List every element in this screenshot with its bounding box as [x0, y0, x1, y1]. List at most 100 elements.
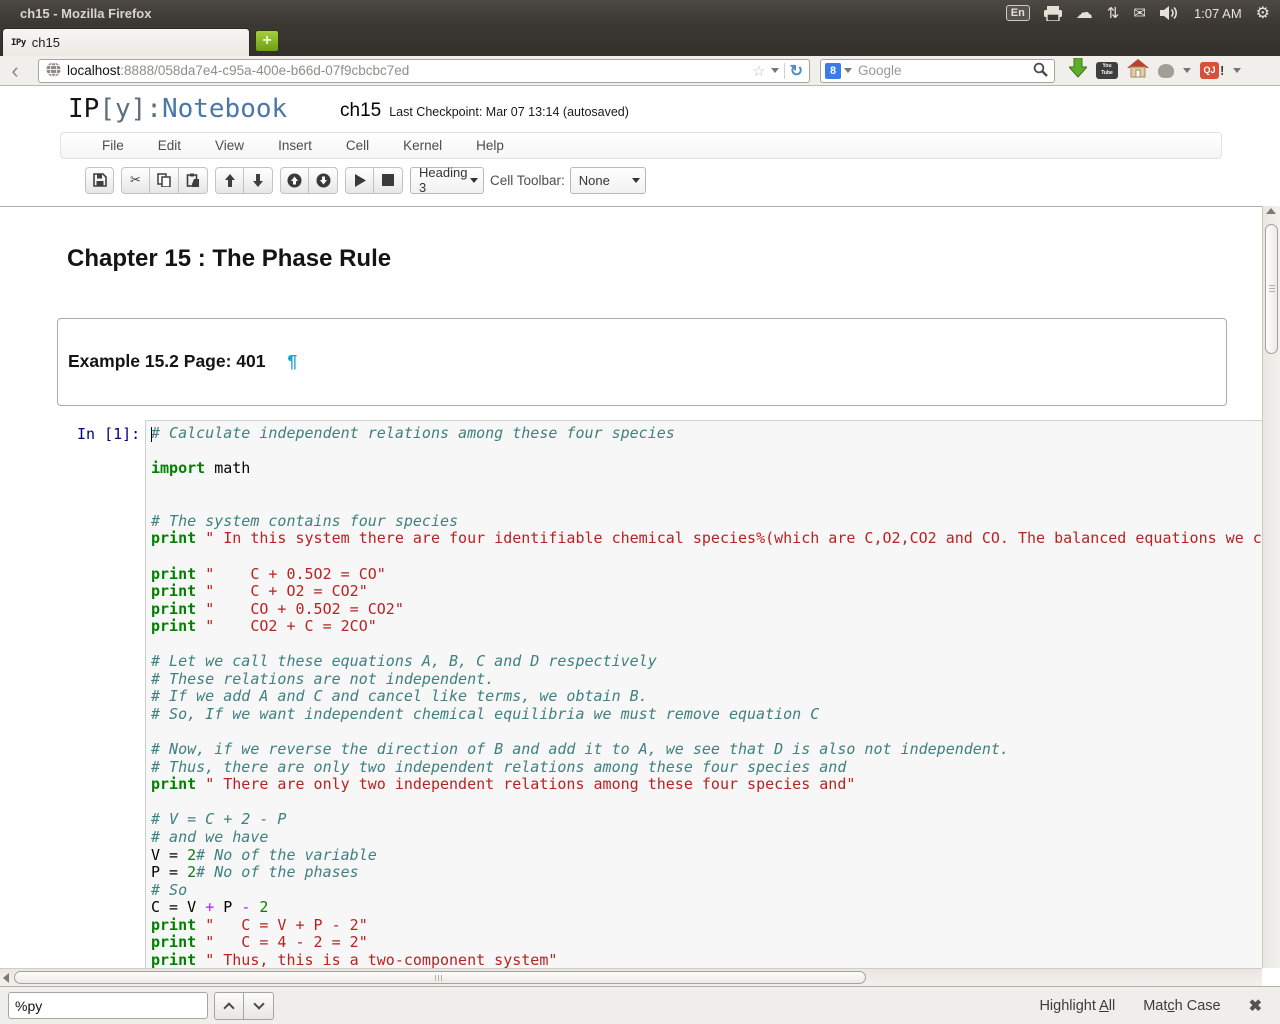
bookmark-star-icon[interactable]: ☆ [752, 62, 765, 80]
code-line[interactable]: # Now, if we reverse the direction of B … [151, 740, 1262, 759]
code-line[interactable]: # Calculate independent relations among … [151, 424, 1262, 443]
scroll-up-arrow[interactable] [1266, 208, 1276, 214]
cell-type-select[interactable]: Heading 3 [410, 165, 484, 195]
code-line[interactable]: P = 2# No of the phases [151, 863, 1262, 882]
insert-cell-below-button[interactable] [309, 166, 338, 194]
find-input[interactable] [8, 992, 208, 1019]
code-line[interactable]: # Thus, there are only two independent r… [151, 758, 1262, 777]
home-icon[interactable] [1127, 58, 1149, 83]
code-line[interactable]: print " In this system there are four id… [151, 530, 1262, 548]
floppy-icon [92, 173, 107, 187]
google-engine-icon[interactable]: 8 [825, 62, 841, 79]
code-line[interactable]: print " C = V + P - 2" [151, 916, 1262, 935]
ipython-logo[interactable]: IP[y]:Notebook [68, 94, 287, 124]
network-updown-icon[interactable]: ⇅ [1107, 4, 1120, 22]
menu-help[interactable]: Help [459, 138, 521, 153]
code-line[interactable] [151, 724, 1262, 742]
find-previous-button[interactable] [214, 991, 244, 1020]
find-next-button[interactable] [244, 991, 274, 1020]
vertical-scrollbar-thumb[interactable] [1265, 224, 1278, 354]
keyboard-layout-indicator[interactable]: En [1005, 5, 1030, 21]
paste-cell-button[interactable] [179, 166, 208, 194]
selected-heading-cell[interactable]: Example 15.2 Page: 401 ¶ [57, 318, 1227, 406]
code-line[interactable]: print " CO + 0.5O2 = CO2" [151, 600, 1262, 619]
search-engine-caret[interactable] [844, 68, 852, 73]
code-line[interactable] [151, 478, 1262, 496]
horizontal-scrollbar[interactable] [0, 968, 1262, 986]
new-tab-button[interactable]: + [255, 30, 279, 52]
code-line[interactable]: # So, If we want independent chemical eq… [151, 705, 1262, 724]
addon-caret[interactable] [1183, 68, 1191, 73]
insert-cell-above-button[interactable] [280, 166, 309, 194]
code-line[interactable]: # These relations are not independent. [151, 670, 1262, 689]
menu-cell[interactable]: Cell [329, 138, 386, 153]
code-line[interactable] [151, 443, 1262, 461]
move-cell-down-button[interactable] [244, 166, 273, 194]
notebook-body[interactable]: Chapter 15 : The Phase Rule Example 15.2… [0, 206, 1262, 968]
cell-toolbar-select[interactable]: None [569, 166, 646, 194]
code-line[interactable]: import math [151, 459, 1262, 478]
download-arrow-icon[interactable] [1067, 57, 1089, 83]
code-line[interactable]: # The system contains four species [151, 512, 1262, 531]
code-line[interactable]: # If we add A and C and cancel like term… [151, 688, 1262, 706]
close-findbar-icon[interactable]: ✖ [1249, 996, 1262, 1016]
youtube-icon[interactable]: You Tube [1096, 62, 1118, 79]
code-line[interactable]: print " There are only two independent r… [151, 775, 1262, 794]
code-line[interactable]: # and we have [151, 828, 1262, 847]
code-editor[interactable]: # Calculate independent relations among … [145, 420, 1262, 968]
save-button[interactable] [85, 166, 114, 194]
highlight-all-button[interactable]: Highlight All [1039, 998, 1115, 1014]
url-bar[interactable]: localhost:8888/058da7e4-c95a-400e-b66d-0… [38, 58, 810, 83]
code-line[interactable] [151, 495, 1262, 513]
code-line[interactable]: print " C + O2 = CO2" [151, 582, 1262, 601]
cloud-icon[interactable]: ☁ [1076, 3, 1093, 23]
checkpoint-status: Last Checkpoint: Mar 07 13:14 (autosaved… [389, 105, 629, 119]
back-button[interactable]: ‹ [0, 58, 30, 84]
code-line[interactable] [151, 548, 1262, 566]
copy-cell-button[interactable] [150, 166, 179, 194]
divider [783, 62, 785, 79]
code-line[interactable] [151, 636, 1262, 654]
move-cell-up-button[interactable] [215, 166, 244, 194]
interrupt-kernel-button[interactable] [374, 166, 403, 194]
vertical-scrollbar[interactable] [1262, 206, 1280, 968]
url-dropdown-caret[interactable] [770, 68, 779, 73]
code-line[interactable]: # Let we call these equations A, B, C an… [151, 653, 1262, 671]
menu-view[interactable]: View [198, 138, 261, 153]
menu-insert[interactable]: Insert [261, 138, 329, 153]
code-line[interactable]: # So [151, 881, 1262, 900]
select-caret [470, 177, 478, 183]
code-line[interactable]: print " C + 0.5O2 = CO" [151, 565, 1262, 584]
search-bar[interactable]: 8 Google [820, 58, 1055, 83]
code-line[interactable]: # V = C + 2 - P [151, 811, 1262, 829]
cut-cell-button[interactable]: ✂ [121, 166, 150, 194]
code-line[interactable]: print " C = 4 - 2 = 2" [151, 934, 1262, 952]
quickjava-icon[interactable]: QJ! [1200, 62, 1224, 79]
anchor-link-icon[interactable]: ¶ [287, 351, 297, 371]
code-line[interactable] [151, 794, 1262, 812]
reload-icon[interactable]: ↻ [790, 61, 803, 81]
printer-icon[interactable] [1043, 5, 1062, 21]
scroll-left-arrow[interactable] [3, 973, 9, 983]
menu-file[interactable]: File [85, 138, 141, 153]
code-line[interactable]: print " Thus, this is a two-component sy… [151, 951, 1262, 968]
match-case-button[interactable]: Match Case [1143, 998, 1220, 1014]
menu-kernel[interactable]: Kernel [386, 138, 459, 153]
horizontal-scrollbar-thumb[interactable] [14, 971, 866, 984]
code-line[interactable]: C = V + P - 2 [151, 898, 1262, 917]
addon-icon[interactable] [1158, 63, 1174, 78]
volume-icon[interactable] [1159, 6, 1180, 20]
notebook-title[interactable]: ch15 [340, 100, 381, 122]
browser-tab-active[interactable]: IPy ch15 [2, 28, 250, 56]
menu-edit[interactable]: Edit [141, 138, 198, 153]
mail-icon[interactable]: ✉ [1133, 4, 1146, 22]
tab-label: ch15 [31, 35, 60, 50]
code-line[interactable]: V = 2# No of the variable [151, 846, 1262, 865]
session-gear-icon[interactable]: ⚙ [1256, 3, 1270, 23]
code-line[interactable]: print " CO2 + C = 2CO" [151, 617, 1262, 636]
clock[interactable]: 1:07 AM [1194, 6, 1242, 21]
search-magnifier-icon[interactable] [1033, 62, 1048, 80]
overflow-caret[interactable] [1233, 68, 1242, 73]
system-tray: En ☁ ⇅ ✉ 1:07 AM ⚙ [1005, 3, 1270, 23]
run-cell-button[interactable] [345, 166, 374, 194]
